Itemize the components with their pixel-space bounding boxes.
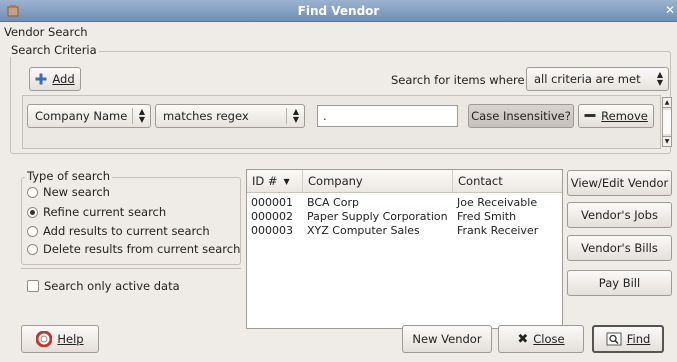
cell-company: BCA Corp [307,196,359,209]
remove-criterion-button[interactable]: Remove [578,104,654,128]
search-criteria-title: Search Criteria [9,43,99,57]
window-close-icon[interactable]: ✕ [665,3,675,17]
radio-refine-search[interactable]: Refine current search [27,205,166,219]
criteria-scrollbar[interactable]: ▲ ▼ [662,97,672,147]
radio-label: Refine current search [43,205,167,219]
table-row[interactable]: 000001 BCA Corp Joe Receivable [247,196,562,210]
combo-arrows-icon: ▲ ▼ [656,70,663,87]
vendor-bills-button[interactable]: Vendor's Bills [567,235,672,261]
title-bar: Find Vendor ✕ [0,0,677,22]
close-label: Close [533,332,565,346]
table-row[interactable]: 000002 Paper Supply Corporation Fred Smi… [247,210,562,224]
help-button[interactable]: Help [21,325,99,353]
cell-contact: Fred Smith [457,210,517,223]
match-mode-select[interactable]: all criteria are met ▲ ▼ [526,67,669,91]
operator-select[interactable]: matches regex ▲ ▼ [155,104,305,128]
column-header-id[interactable]: ID # ▼ [247,170,303,193]
search-for-label: Search for items where [391,73,525,87]
case-insensitive-label: Case Insensitive? [471,109,571,123]
cell-id: 000001 [251,196,293,209]
cell-id: 000002 [251,210,293,223]
cell-company: XYZ Computer Sales [307,224,420,237]
active-only-checkbox[interactable]: Search only active data [27,279,180,293]
radio-indicator [27,243,38,255]
radio-label: Delete results from current search [43,242,241,256]
add-label: Add [52,72,75,86]
match-mode-value: all criteria are met [534,72,641,86]
field-value: Company Name [35,109,128,123]
radio-indicator [27,206,38,218]
divider [21,268,241,269]
scroll-thumb[interactable] [663,110,671,134]
results-table[interactable]: ID # ▼ Company Contact 000001 BCA Corp J… [246,169,563,329]
window-title: Find Vendor [297,4,380,18]
remove-label: Remove [601,109,648,123]
cell-contact: Joe Receivable [457,196,538,209]
field-select[interactable]: Company Name ▲ ▼ [27,104,151,128]
cell-company: Paper Supply Corporation [307,210,448,223]
find-button[interactable]: Find [592,325,664,353]
radio-label: New search [43,185,110,199]
table-row[interactable]: 000003 XYZ Computer Sales Frank Receiver [247,224,562,238]
new-vendor-button[interactable]: New Vendor [402,325,492,353]
radio-new-search[interactable]: New search [27,185,110,199]
radio-indicator [27,225,38,237]
combo-arrows-icon: ▲ ▼ [138,107,145,124]
add-icon [35,73,47,85]
vendor-search-label: Vendor Search [4,25,88,39]
view-edit-vendor-button[interactable]: View/Edit Vendor [567,170,672,196]
remove-icon [584,114,596,117]
close-button[interactable]: ✖ Close [498,325,584,353]
find-icon [606,332,622,346]
pay-bill-button[interactable]: Pay Bill [567,270,672,296]
checkbox-indicator [27,280,39,292]
criterion-value-input[interactable]: . [317,105,458,127]
radio-delete-results[interactable]: Delete results from current search [27,242,240,256]
operator-value: matches regex [163,109,249,123]
scroll-up-icon[interactable]: ▲ [663,98,671,108]
cell-contact: Frank Receiver [457,224,539,237]
add-criterion-button[interactable]: Add [29,67,81,91]
case-insensitive-toggle[interactable]: Case Insensitive? [468,104,574,128]
column-header-company[interactable]: Company [303,170,453,193]
scroll-down-icon[interactable]: ▼ [663,136,671,146]
search-type-title: Type of search [25,169,113,183]
combo-arrows-icon: ▲ ▼ [292,107,299,124]
close-icon: ✖ [517,331,529,347]
help-label: Help [57,332,84,346]
radio-add-results[interactable]: Add results to current search [27,224,210,238]
column-header-contact[interactable]: Contact [453,170,562,193]
cell-id: 000003 [251,224,293,237]
radio-indicator [27,186,38,198]
active-only-label: Search only active data [44,279,180,293]
help-icon [36,331,53,347]
find-label: Find [626,332,651,346]
sort-descending-icon: ▼ [283,176,290,186]
criterion-value: . [323,109,327,123]
vendor-jobs-button[interactable]: Vendor's Jobs [567,202,672,228]
radio-label: Add results to current search [43,224,210,238]
